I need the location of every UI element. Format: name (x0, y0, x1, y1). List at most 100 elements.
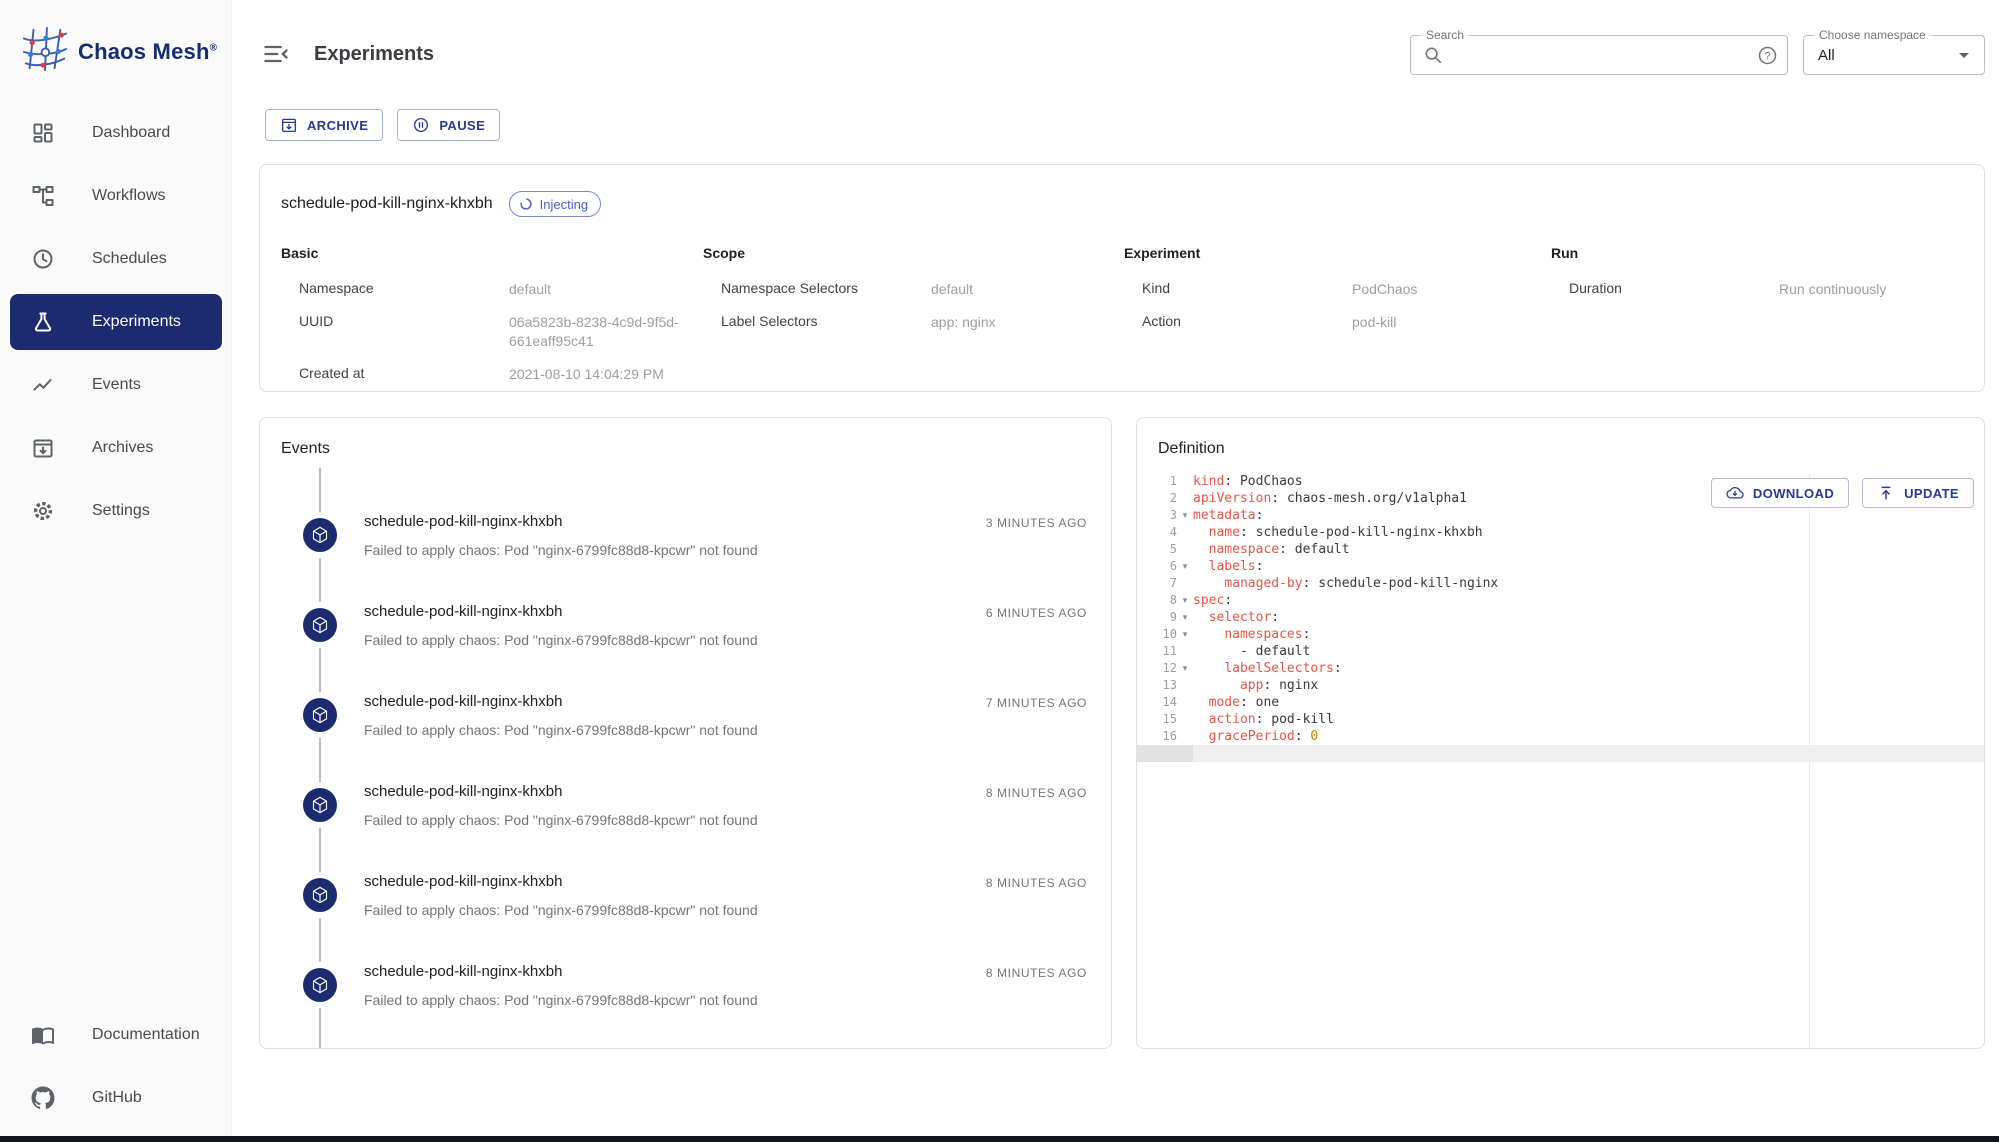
code-text: mode: one (1193, 694, 1279, 711)
window-bottom-edge (0, 1136, 1999, 1142)
archive-button[interactable]: ARCHIVE (265, 109, 383, 141)
brand-name: Chaos Mesh® (78, 39, 217, 65)
namespace-select-label: Choose namespace (1814, 28, 1931, 42)
info-row-duration: DurationRun continuously (1551, 273, 1960, 306)
event-timestamp: 8 MINUTES AGO (986, 872, 1087, 890)
brand-logo[interactable]: Chaos Mesh® (22, 26, 217, 77)
fold-gutter (1177, 473, 1193, 490)
info-label: Kind (1142, 280, 1352, 296)
code-text: name: schedule-pod-kill-nginx-khxbh (1193, 524, 1483, 541)
line-number: 11 (1137, 643, 1177, 660)
sidebar-item-documentation[interactable]: Documentation (10, 1007, 222, 1063)
code-line-4[interactable]: 4 name: schedule-pod-kill-nginx-khxbh (1137, 524, 1984, 541)
schedules-icon (31, 247, 55, 271)
line-number: 7 (1137, 575, 1177, 592)
code-line-12[interactable]: 12▾ labelSelectors: (1137, 660, 1984, 677)
fold-arrow-icon[interactable]: ▾ (1177, 592, 1193, 609)
event-message: Failed to apply chaos: Pod "nginx-6799fc… (364, 540, 758, 560)
info-section-title: Experiment (1124, 245, 1551, 261)
code-line-3[interactable]: 3▾metadata: (1137, 507, 1984, 524)
update-button[interactable]: UPDATE (1862, 478, 1974, 508)
search-input[interactable] (1451, 47, 1758, 64)
menu-open-icon[interactable] (262, 40, 290, 68)
download-button[interactable]: DOWNLOAD (1711, 478, 1849, 508)
code-line-6[interactable]: 6▾ labels: (1137, 558, 1984, 575)
info-section-title: Scope (703, 245, 1124, 261)
sidebar-item-dashboard[interactable]: Dashboard (10, 105, 222, 161)
code-text: labels: (1193, 558, 1263, 575)
dashboard-icon (31, 121, 55, 145)
definition-panel-title: Definition (1137, 440, 1984, 458)
info-section-run: RunDurationRun continuously (1551, 245, 1960, 391)
sidebar-item-events[interactable]: Events (10, 357, 222, 413)
fold-arrow-icon[interactable]: ▾ (1177, 558, 1193, 575)
code-line-13[interactable]: 13 app: nginx (1137, 677, 1984, 694)
info-row-kind: KindPodChaos (1124, 273, 1551, 306)
info-label: Label Selectors (721, 313, 931, 329)
sidebar-item-settings[interactable]: Settings (10, 483, 222, 539)
code-line-9[interactable]: 9▾ selector: (1137, 609, 1984, 626)
info-value: 2021-08-10 14:04:29 PM (509, 365, 693, 384)
info-row-uuid: UUID06a5823b-8238-4c9d-9f5d-661eaff95c41 (281, 306, 703, 358)
fold-gutter (1177, 524, 1193, 541)
fold-gutter (1177, 575, 1193, 592)
event-name: schedule-pod-kill-nginx-khxbh (364, 602, 758, 622)
code-line-17[interactable]: 17 (1137, 745, 1984, 762)
line-number: 2 (1137, 490, 1177, 507)
namespace-select[interactable]: Choose namespace All (1803, 35, 1985, 75)
code-line-7[interactable]: 7 managed-by: schedule-pod-kill-nginx (1137, 575, 1984, 592)
code-text: metadata: (1193, 507, 1263, 524)
sidebar: Chaos Mesh® Dashboard Workflows Schedules E… (0, 0, 232, 1136)
page-title: Experiments (314, 43, 434, 66)
line-number: 8 (1137, 592, 1177, 609)
code-line-16[interactable]: 16 gracePeriod: 0 (1137, 728, 1984, 745)
pause-button[interactable]: PAUSE (397, 109, 500, 141)
spinner-icon (519, 197, 533, 211)
event-text: schedule-pod-kill-nginx-khxbh Failed to a… (364, 962, 758, 1010)
search-field[interactable]: Search ? (1410, 35, 1788, 75)
help-icon[interactable]: ? (1758, 46, 1777, 65)
event-item: schedule-pod-kill-nginx-khxbh Failed to a… (281, 782, 1087, 828)
sidebar-item-github[interactable]: GitHub (10, 1070, 222, 1126)
definition-panel: Definition 1kind: PodChaos2apiVersion: c… (1136, 417, 1985, 1049)
code-line-15[interactable]: 15 action: pod-kill (1137, 711, 1984, 728)
code-line-14[interactable]: 14 mode: one (1137, 694, 1984, 711)
sidebar-item-schedules[interactable]: Schedules (10, 231, 222, 287)
events-panel-title: Events (281, 440, 1087, 458)
event-message: Failed to apply chaos: Pod "nginx-6799fc… (364, 810, 758, 830)
line-number: 5 (1137, 541, 1177, 558)
event-item: schedule-pod-kill-nginx-khxbhFailed to a… (281, 512, 1087, 558)
code-line-8[interactable]: 8▾spec: (1137, 592, 1984, 609)
code-line-5[interactable]: 5 namespace: default (1137, 541, 1984, 558)
event-name: schedule-pod-kill-nginx-khxbh (364, 782, 758, 802)
sidebar-item-experiments[interactable]: Experiments (10, 294, 222, 350)
sidebar-item-label: Experiments (92, 313, 181, 331)
event-message: Failed to apply chaos: Pod "nginx-6799fc… (364, 990, 758, 1010)
event-timestamp: 6 MINUTES AGO (986, 602, 1087, 620)
event-timestamp: 8 MINUTES AGO (986, 782, 1087, 800)
info-label: UUID (299, 313, 509, 329)
archive-icon (280, 116, 298, 134)
event-name: schedule-pod-kill-nginx-khxbh (364, 962, 758, 982)
workflows-icon (31, 184, 55, 208)
code-text: labelSelectors: (1193, 660, 1342, 677)
code-text: namespace: default (1193, 541, 1350, 558)
status-badge: Injecting (509, 191, 601, 217)
sidebar-item-label: Archives (92, 439, 153, 457)
sidebar-item-archives[interactable]: Archives (10, 420, 222, 476)
code-text: kind: PodChaos (1193, 473, 1303, 490)
dropdown-arrow-icon (1952, 43, 1976, 67)
sidebar-item-workflows[interactable]: Workflows (10, 168, 222, 224)
yaml-editor[interactable]: 1kind: PodChaos2apiVersion: chaos-mesh.o… (1137, 473, 1984, 1048)
fold-arrow-icon[interactable]: ▾ (1177, 660, 1193, 677)
code-line-10[interactable]: 10▾ namespaces: (1137, 626, 1984, 643)
code-line-11[interactable]: 11 - default (1137, 643, 1984, 660)
fold-arrow-icon[interactable]: ▾ (1177, 609, 1193, 626)
info-label: Namespace (299, 280, 509, 296)
fold-arrow-icon[interactable]: ▾ (1177, 626, 1193, 643)
fold-arrow-icon[interactable]: ▾ (1177, 507, 1193, 524)
info-section-basic: BasicNamespacedefaultUUID06a5823b-8238-4… (281, 245, 703, 391)
code-text: - default (1193, 643, 1310, 660)
code-text: action: pod-kill (1193, 711, 1334, 728)
info-section-scope: ScopeNamespace SelectorsdefaultLabel Sel… (703, 245, 1124, 391)
